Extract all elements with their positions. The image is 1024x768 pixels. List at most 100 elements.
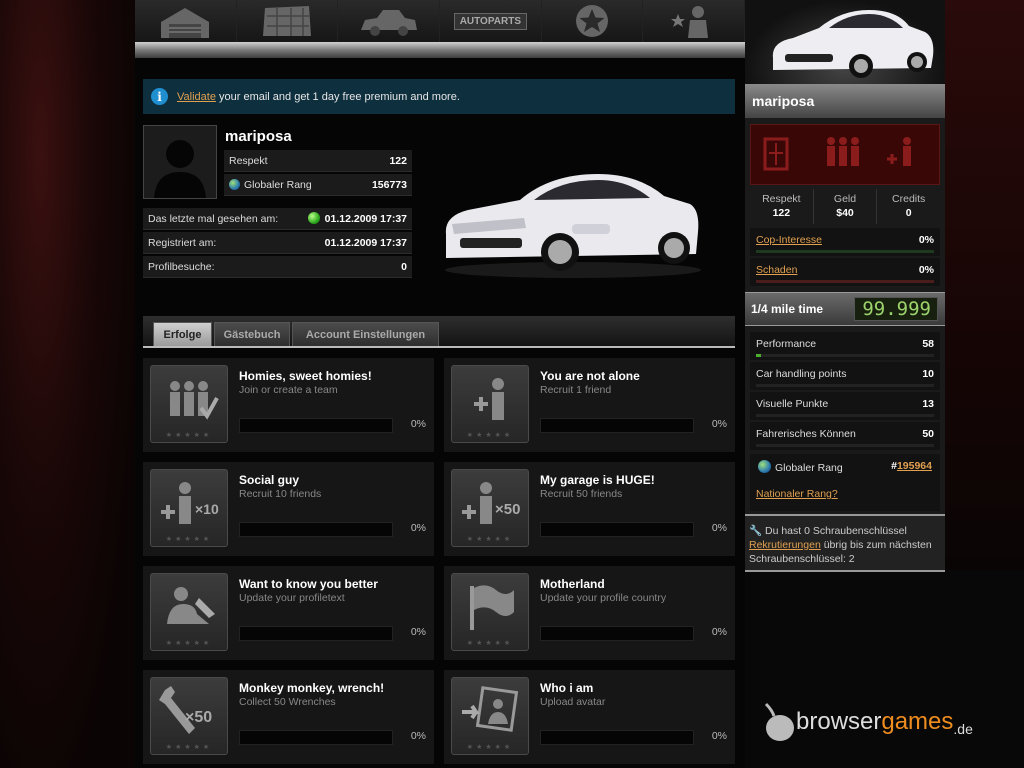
quarter-mile-panel: 1/4 mile time 99.999 [745,292,945,326]
recruit-ten-icon: ×10 [161,482,219,524]
achievement-description: Collect 50 Wrenches [239,696,336,708]
achievement-title: Who i am [540,681,594,695]
handling-label: Car handling points [756,368,847,380]
handling-value: 10 [922,368,934,380]
achievement-icon: ×10 ★★★★★ [150,469,228,547]
main-content: AUTOPARTS i Validate your email and get … [135,0,746,768]
map-icon [263,6,311,36]
wrench-small-icon: 🔧 [749,525,763,537]
status-icons [763,137,911,171]
respekt-row: Respekt 122 [224,150,412,172]
global-rank-value: 156773 [371,178,407,191]
achievement-icon: ★★★★★ [150,365,228,443]
cop-interest-link[interactable]: Cop-Interesse [756,234,822,246]
achievement-progress-bar [239,626,393,641]
multiplier-label: ×50 [185,709,212,726]
achievement-card: ★★★★★ Motherland Update your profile cou… [444,566,735,660]
achievement-stars: ★★★★★ [466,432,514,439]
visits-value: 0 [401,260,407,273]
damage-meter: Schaden 0% [750,258,940,286]
tab-account-einstellungen[interactable]: Account Einstellungen [292,322,439,346]
performance-track [756,354,934,357]
star-icon [576,5,609,37]
nav-cars[interactable] [338,0,441,42]
nav-profile[interactable] [643,0,746,42]
achievement-stars: ★★★★★ [165,536,213,543]
registered-label: Registriert am: [148,236,217,249]
cop-interest-track [756,250,934,253]
achievement-icon: ×50 ★★★★★ [451,469,529,547]
person-star-icon [670,6,708,38]
wrench-icon: ×50 [159,686,212,734]
achievement-stars: ★★★★★ [165,432,213,439]
nav-achievements[interactable] [541,0,644,42]
validation-text: your email and get 1 day free premium an… [215,90,460,103]
driving-meter: Fahrerisches Können 50 [750,422,940,450]
achievement-description: Join or create a team [239,384,338,396]
achievement-progress-bar [540,626,694,641]
respekt-value: 122 [389,154,407,167]
achievement-card: ×10 ★★★★★ Social guy Recruit 10 friends … [143,462,434,556]
achievement-icon: ★★★★★ [451,365,529,443]
achievement-description: Update your profile country [540,592,667,604]
visual-meter: Visuelle Punkte 13 [750,392,940,420]
flag-icon [470,585,514,630]
nav-map[interactable] [236,0,339,42]
default-avatar-icon [154,140,206,198]
achievement-description: Recruit 10 friends [239,488,322,500]
sidebar-username: mariposa [745,84,945,118]
logo-part-b: games [881,708,954,735]
profile-username: mariposa [225,128,292,145]
upload-avatar-icon [462,686,519,732]
mouse-logo-icon [764,702,794,741]
stat-credits: Credits 0 [877,189,940,224]
achievement-card: ★★★★★ Homies, sweet homies! Join or crea… [143,358,434,452]
global-rank-link[interactable]: 195964 [897,460,932,472]
stat-respekt-label: Respekt [762,193,801,205]
achievement-percent: 0% [410,626,426,638]
sidebar-global-rank-label: Globaler Rang [775,462,843,474]
last-seen-label: Das letzte mal gesehen am: [148,212,279,225]
achievement-progress-bar [239,730,393,745]
garage-icon [161,8,210,38]
national-rank-link[interactable]: Nationaler Rang? [756,488,838,500]
nav-garage[interactable] [135,0,237,42]
achievement-percent: 0% [410,730,426,742]
visual-value: 13 [922,398,934,410]
achievement-percent: 0% [711,418,727,430]
achievement-title: Monkey monkey, wrench! [239,681,385,695]
info-icon: i [151,88,168,105]
wrench-info: 🔧 Du hast 0 Schraubenschlüssel Rekrutier… [745,514,945,572]
achievement-title: Homies, sweet homies! [239,369,372,383]
driving-value: 50 [922,428,934,440]
visual-track [756,414,934,417]
achievement-stars: ★★★★★ [466,536,514,543]
achievement-title: My garage is HUGE! [540,473,655,487]
achievement-icon: ×50 ★★★★★ [150,677,228,755]
tab-gaestebuch[interactable]: Gästebuch [214,322,290,346]
stat-credits-value: 0 [905,207,912,219]
driving-label: Fahrerisches Können [756,428,856,440]
wrench-text-1: Du hast 0 Schraubenschlüssel [765,525,907,537]
add-friend-icon [474,378,504,420]
tab-erfolge[interactable]: Erfolge [153,322,212,346]
achievement-progress-bar [540,418,694,433]
achievement-percent: 0% [410,418,426,430]
achievement-progress-bar [239,418,393,433]
team-icon [170,381,219,420]
status-panel [750,124,940,185]
achievement-progress-bar [540,730,694,745]
achievement-card: ×50 ★★★★★ My garage is HUGE! Recruit 50 … [444,462,735,556]
stat-credits-label: Credits [892,193,926,205]
damage-link[interactable]: Schaden [756,264,797,276]
recruiting-link[interactable]: Rekrutierungen [749,539,821,551]
validate-link[interactable]: Validate [177,91,216,103]
quarter-mile-label: 1/4 mile time [751,302,824,316]
stat-respekt-value: 122 [772,207,791,219]
nav-autoparts[interactable]: AUTOPARTS [440,0,542,42]
online-status-icon [307,212,320,224]
achievement-title: Want to know you better [239,577,378,591]
last-seen-value: 01.12.2009 17:37 [324,213,407,225]
respekt-label: Respekt [229,154,268,167]
damage-value: 0% [918,264,934,276]
